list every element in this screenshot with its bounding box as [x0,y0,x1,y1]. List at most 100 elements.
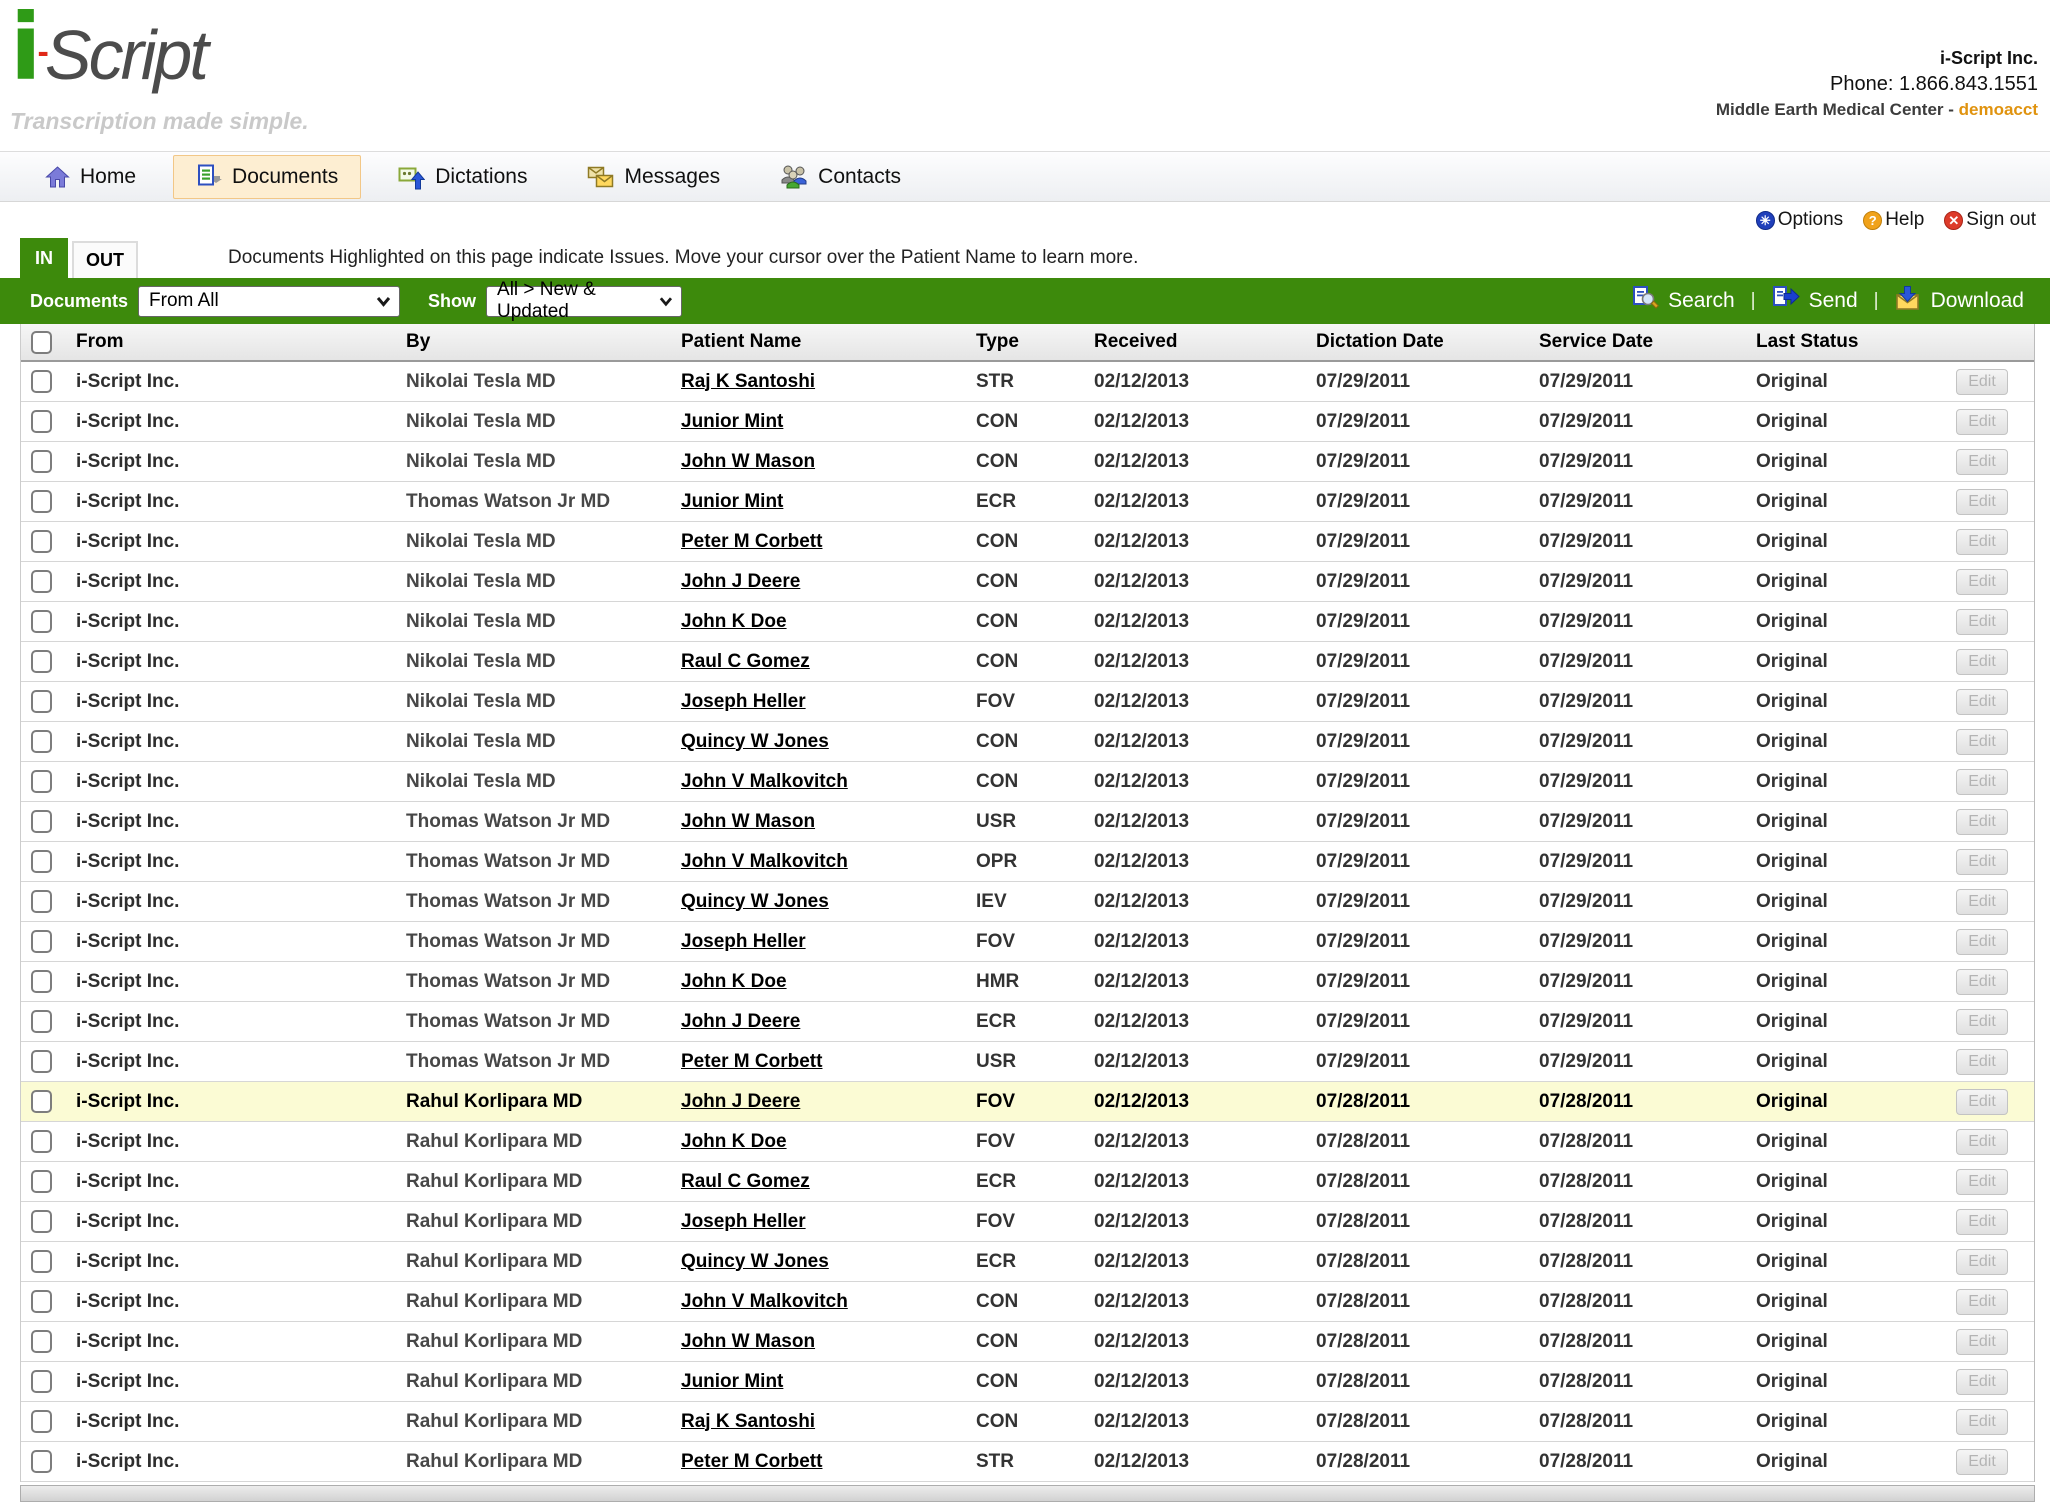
edit-button[interactable]: Edit [1956,929,2008,955]
patient-name-link[interactable]: Junior Mint [681,411,783,432]
show-filter-select[interactable]: All > New & Updated [486,286,682,317]
options-link[interactable]: ✳ Options [1756,209,1843,231]
edit-button[interactable]: Edit [1956,769,2008,795]
edit-button[interactable]: Edit [1956,1249,2008,1275]
edit-button[interactable]: Edit [1956,1369,2008,1395]
row-checkbox[interactable] [31,410,52,433]
edit-button[interactable]: Edit [1956,369,2008,395]
help-link[interactable]: ? Help [1863,209,1924,231]
row-checkbox[interactable] [31,1130,52,1153]
search-button[interactable]: Search [1632,285,1735,318]
edit-button[interactable]: Edit [1956,609,2008,635]
send-button[interactable]: Send [1772,285,1858,317]
from-filter-select[interactable]: From All [138,286,400,317]
edit-button[interactable]: Edit [1956,1289,2008,1315]
patient-name-link[interactable]: Junior Mint [681,491,783,512]
patient-name-link[interactable]: John W Mason [681,811,815,832]
row-checkbox[interactable] [31,970,52,993]
nav-tab-dictations[interactable]: Dictations [375,155,550,199]
row-checkbox[interactable] [31,530,52,553]
patient-name-link[interactable]: John K Doe [681,1131,787,1152]
patient-name-link[interactable]: Joseph Heller [681,691,806,712]
edit-button[interactable]: Edit [1956,1209,2008,1235]
row-checkbox[interactable] [31,730,52,753]
edit-button[interactable]: Edit [1956,1329,2008,1355]
patient-name-link[interactable]: John W Mason [681,451,815,472]
row-checkbox[interactable] [31,610,52,633]
patient-name-link[interactable]: Joseph Heller [681,931,806,952]
nav-tab-messages[interactable]: Messages [564,155,743,199]
patient-name-link[interactable]: Joseph Heller [681,1211,806,1232]
row-checkbox[interactable] [31,1170,52,1193]
patient-name-link[interactable]: John J Deere [681,1011,800,1032]
edit-button[interactable]: Edit [1956,849,2008,875]
patient-name-link[interactable]: John J Deere [681,571,800,592]
horizontal-scrollbar[interactable] [20,1485,2035,1502]
row-checkbox[interactable] [31,890,52,913]
row-checkbox[interactable] [31,1250,52,1273]
edit-button[interactable]: Edit [1956,529,2008,555]
edit-button[interactable]: Edit [1956,649,2008,675]
edit-button[interactable]: Edit [1956,1009,2008,1035]
patient-name-link[interactable]: John V Malkovitch [681,851,848,872]
patient-name-link[interactable]: Quincy W Jones [681,891,829,912]
row-checkbox[interactable] [31,1370,52,1393]
edit-button[interactable]: Edit [1956,969,2008,995]
row-checkbox[interactable] [31,370,52,393]
row-checkbox[interactable] [31,450,52,473]
row-checkbox[interactable] [31,770,52,793]
patient-name-link[interactable]: Peter M Corbett [681,1451,822,1472]
tab-in[interactable]: IN [20,238,68,278]
edit-button[interactable]: Edit [1956,1169,2008,1195]
edit-button[interactable]: Edit [1956,409,2008,435]
nav-tab-contacts[interactable]: Contacts [757,155,924,199]
row-checkbox[interactable] [31,570,52,593]
edit-button[interactable]: Edit [1956,889,2008,915]
nav-tab-documents[interactable]: Documents [173,155,361,199]
edit-button[interactable]: Edit [1956,1049,2008,1075]
patient-name-link[interactable]: Peter M Corbett [681,531,822,552]
download-button[interactable]: Download [1895,285,2024,318]
row-checkbox[interactable] [31,1410,52,1433]
patient-name-link[interactable]: John J Deere [681,1091,800,1112]
patient-name-link[interactable]: Quincy W Jones [681,1251,829,1272]
patient-name-link[interactable]: Peter M Corbett [681,1051,822,1072]
edit-button[interactable]: Edit [1956,1409,2008,1435]
select-all-checkbox[interactable] [31,331,52,354]
row-checkbox[interactable] [31,1010,52,1033]
patient-name-link[interactable]: Junior Mint [681,1371,783,1392]
edit-button[interactable]: Edit [1956,569,2008,595]
row-checkbox[interactable] [31,1090,52,1113]
row-checkbox[interactable] [31,690,52,713]
edit-button[interactable]: Edit [1956,1449,2008,1475]
nav-tab-home[interactable]: Home [22,155,159,199]
row-checkbox[interactable] [31,1450,52,1473]
patient-name-link[interactable]: Quincy W Jones [681,731,829,752]
patient-name-link[interactable]: John V Malkovitch [681,771,848,792]
row-checkbox[interactable] [31,930,52,953]
row-checkbox[interactable] [31,490,52,513]
row-checkbox[interactable] [31,1290,52,1313]
patient-name-link[interactable]: John K Doe [681,611,787,632]
patient-name-link[interactable]: John W Mason [681,1331,815,1352]
edit-button[interactable]: Edit [1956,689,2008,715]
row-checkbox[interactable] [31,650,52,673]
tab-out[interactable]: OUT [72,241,138,278]
edit-button[interactable]: Edit [1956,729,2008,755]
signout-link[interactable]: ✕ Sign out [1944,209,2036,231]
edit-button[interactable]: Edit [1956,489,2008,515]
patient-name-link[interactable]: Raul C Gomez [681,1171,810,1192]
edit-button[interactable]: Edit [1956,449,2008,475]
row-checkbox[interactable] [31,850,52,873]
row-checkbox[interactable] [31,1330,52,1353]
patient-name-link[interactable]: Raul C Gomez [681,651,810,672]
edit-button[interactable]: Edit [1956,809,2008,835]
row-checkbox[interactable] [31,1050,52,1073]
patient-name-link[interactable]: Raj K Santoshi [681,371,815,392]
patient-name-link[interactable]: Raj K Santoshi [681,1411,815,1432]
row-checkbox[interactable] [31,1210,52,1233]
patient-name-link[interactable]: John V Malkovitch [681,1291,848,1312]
edit-button[interactable]: Edit [1956,1089,2008,1115]
edit-button[interactable]: Edit [1956,1129,2008,1155]
patient-name-link[interactable]: John K Doe [681,971,787,992]
